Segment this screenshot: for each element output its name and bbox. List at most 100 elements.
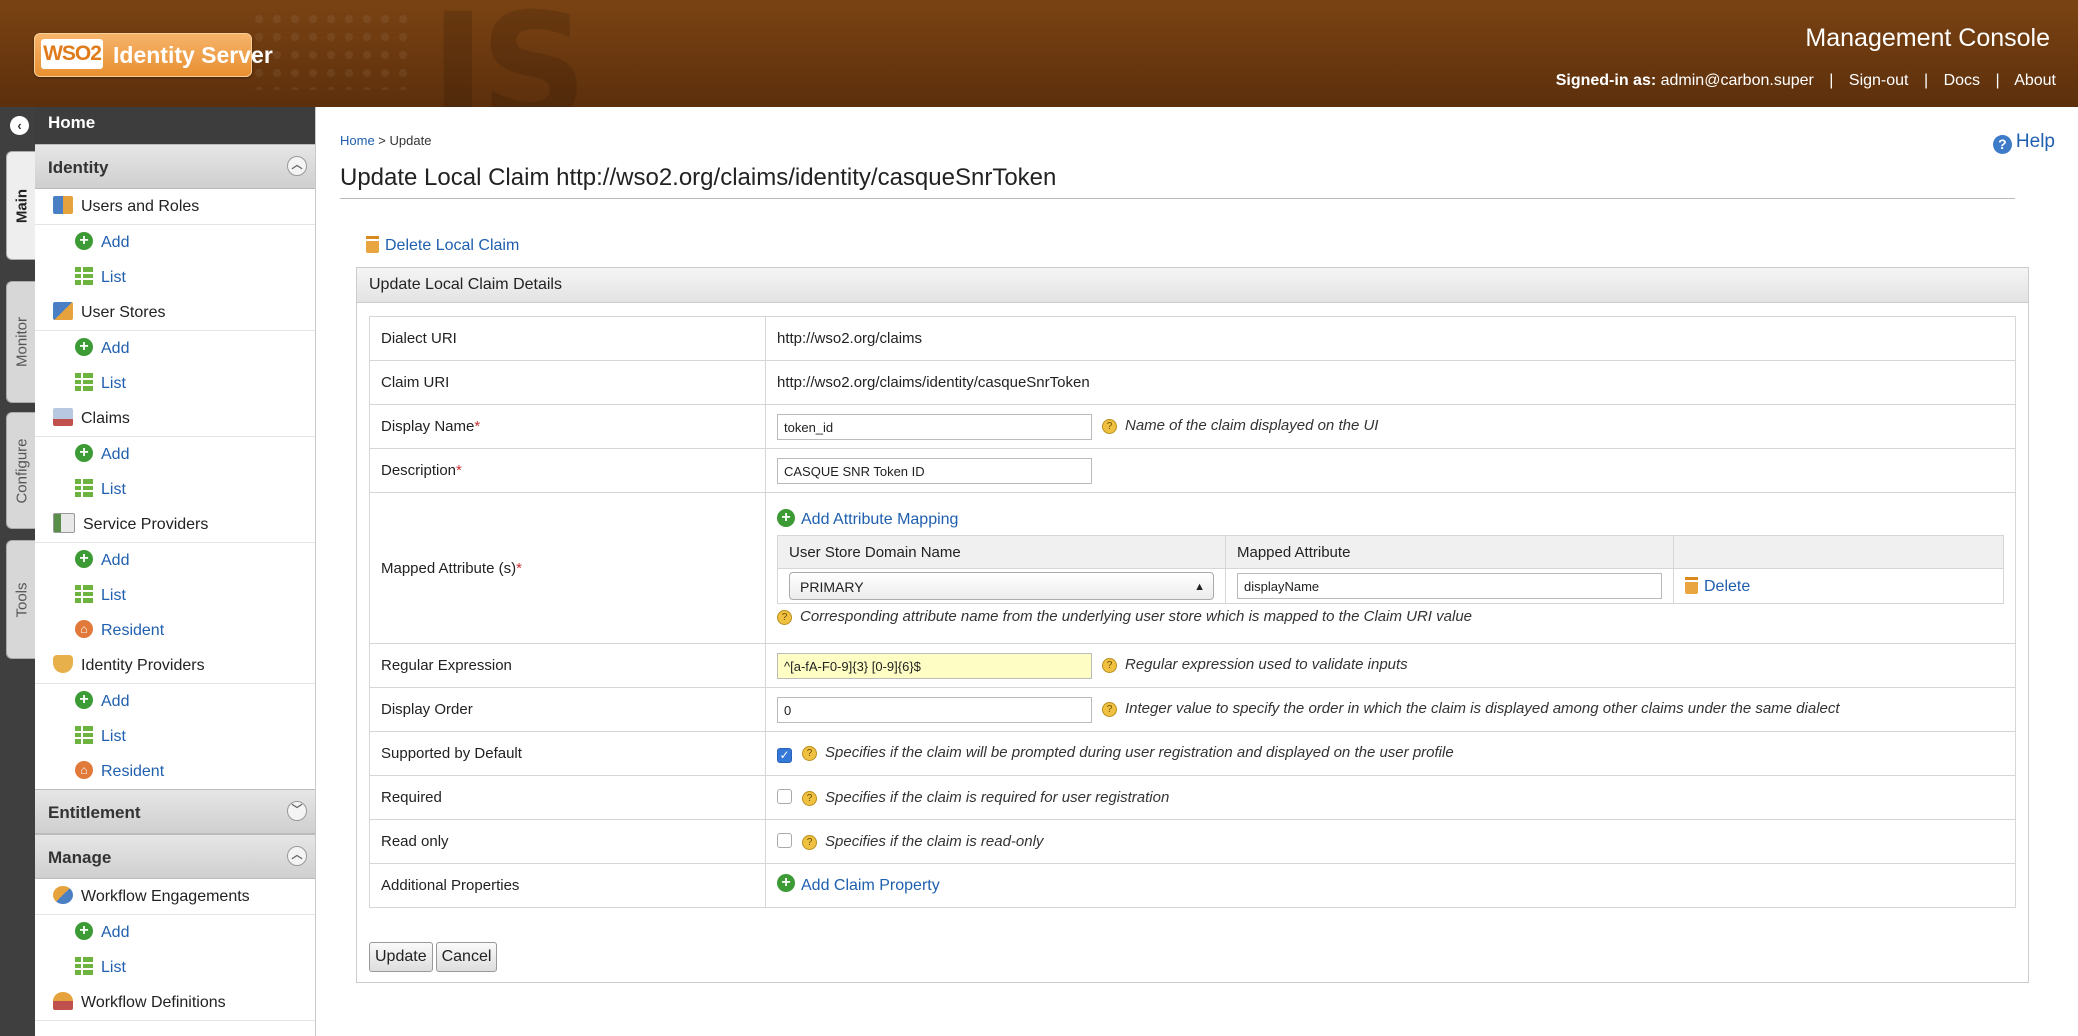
sidebar-item-sp-add[interactable]: + Add xyxy=(35,543,315,578)
supported-default-checkbox[interactable]: ✓ xyxy=(777,748,792,763)
tab-configure[interactable]: Configure xyxy=(6,412,36,529)
product-logo[interactable]: WSO2 Identity Server xyxy=(34,33,273,77)
read-only-checkbox[interactable] xyxy=(777,833,792,848)
sidebar-item-claims-list[interactable]: List xyxy=(35,472,315,507)
question-icon: ? xyxy=(802,746,817,761)
question-icon: ? xyxy=(802,791,817,806)
question-icon: ? xyxy=(1102,658,1117,674)
sidebar-item-user-stores-add[interactable]: + Add xyxy=(35,331,315,366)
mapped-attributes-hint: Corresponding attribute name from the un… xyxy=(800,608,1472,626)
claim-uri-value: http://wso2.org/claims/identity/casqueSn… xyxy=(765,360,2016,405)
display-name-label: Display Name* xyxy=(369,404,766,449)
title-divider xyxy=(340,198,2015,199)
tab-main[interactable]: Main xyxy=(6,151,36,260)
sidebar-home[interactable]: Home xyxy=(35,107,315,144)
sidebar-item-sp-list[interactable]: List xyxy=(35,578,315,613)
help-link[interactable]: ? Help xyxy=(1992,131,2055,154)
list-icon xyxy=(75,478,93,497)
add-claim-property-link[interactable]: + Add Claim Property xyxy=(777,874,940,894)
sidebar-item-workflow-add[interactable]: + Add xyxy=(35,915,315,950)
required-checkbox[interactable] xyxy=(777,789,792,804)
list-icon xyxy=(75,266,93,285)
trash-icon xyxy=(366,236,379,253)
list-icon xyxy=(75,956,93,975)
sidebar-item-user-stores: User Stores xyxy=(35,295,315,331)
sidebar-item-idp-add[interactable]: + Add xyxy=(35,684,315,719)
claim-uri-label: Claim URI xyxy=(369,360,766,405)
logo-wso2: WSO2 xyxy=(41,39,103,69)
form-row-display-order: Display Order 0? Integer value to specify… xyxy=(369,687,2016,732)
list-icon xyxy=(75,372,93,391)
question-icon: ? xyxy=(1102,702,1117,718)
regex-input[interactable]: ^[a-fA-F0-9]{3} [0-9]{6}$ xyxy=(777,652,1092,679)
form-buttons: Update Cancel xyxy=(369,942,500,972)
about-link[interactable]: About xyxy=(2014,72,2056,89)
form-row-required: Required ? Specifies if the claim is requ… xyxy=(369,775,2016,820)
display-order-hint: Integer value to specify the order in wh… xyxy=(1125,700,1840,718)
form-row-description: Description* CASQUE SNR Token ID xyxy=(369,448,2016,493)
chevron-up-icon[interactable]: ︿ xyxy=(287,156,307,176)
tab-monitor[interactable]: Monitor xyxy=(6,281,36,403)
docs-link[interactable]: Docs xyxy=(1944,72,1980,89)
header-bar: IS WSO2 Identity Server Management Conso… xyxy=(0,0,2078,107)
workflow-definitions-icon xyxy=(53,991,73,1010)
sidebar-item-idp-list[interactable]: List xyxy=(35,719,315,754)
required-hint: Specifies if the claim is required for u… xyxy=(825,789,1170,806)
description-label: Description* xyxy=(369,448,766,493)
form-row-regex: Regular Expression ^[a-fA-F0-9]{3} [0-9]… xyxy=(369,643,2016,688)
add-icon: + xyxy=(75,690,93,709)
mapped-attributes-label: Mapped Attribute (s)* xyxy=(369,492,766,644)
domain-select[interactable]: PRIMARY ▲ xyxy=(789,572,1214,601)
sidebar-item-users-add[interactable]: + Add xyxy=(35,225,315,260)
col-header-mapped-attribute: Mapped Attribute xyxy=(1225,535,1674,570)
chevron-up-icon[interactable]: ︿ xyxy=(287,846,307,866)
supported-default-hint: Specifies if the claim will be prompted … xyxy=(825,744,1454,761)
page-title: Update Local Claim http://wso2.org/claim… xyxy=(340,164,1057,191)
mapped-attribute-input[interactable]: displayName xyxy=(1237,573,1662,600)
display-name-input[interactable]: token_id xyxy=(777,413,1092,440)
sidebar-item-identity-providers: Identity Providers xyxy=(35,648,315,684)
add-attribute-mapping-link[interactable]: + Add Attribute Mapping xyxy=(777,508,2004,529)
breadcrumb-home[interactable]: Home xyxy=(340,133,375,148)
sidebar-section-entitlement[interactable]: Entitlement ﹀ xyxy=(35,789,315,834)
sidebar-item-idp-resident[interactable]: ⌂ Resident xyxy=(35,754,315,789)
identity-providers-icon xyxy=(53,654,73,673)
add-icon: + xyxy=(777,508,795,527)
question-icon: ? xyxy=(802,835,817,850)
display-name-hint: Name of the claim displayed on the UI xyxy=(1125,417,1379,435)
add-icon: + xyxy=(75,231,93,250)
read-only-hint: Specifies if the claim is read-only xyxy=(825,833,1044,850)
read-only-label: Read only xyxy=(369,819,766,864)
service-providers-icon xyxy=(53,512,75,533)
delete-mapping-link[interactable]: Delete xyxy=(1685,576,1750,595)
chevron-down-icon[interactable]: ﹀ xyxy=(287,801,307,821)
cancel-button[interactable]: Cancel xyxy=(435,942,498,972)
additional-properties-label: Additional Properties xyxy=(369,863,766,908)
sign-out-link[interactable]: Sign-out xyxy=(1849,72,1909,89)
sidebar-item-user-stores-list[interactable]: List xyxy=(35,366,315,401)
sidebar-section-manage[interactable]: Manage ︿ xyxy=(35,834,315,879)
question-icon: ? xyxy=(1102,419,1117,435)
signed-in-label: Signed-in as: xyxy=(1555,72,1657,89)
sidebar-item-sp-resident[interactable]: ⌂ Resident xyxy=(35,613,315,648)
sidebar-section-identity[interactable]: Identity ︿ xyxy=(35,144,315,189)
dialect-uri-value: http://wso2.org/claims xyxy=(765,316,2016,361)
description-input[interactable]: CASQUE SNR Token ID xyxy=(777,457,1092,484)
tab-tools[interactable]: Tools xyxy=(6,540,36,659)
form-row-dialect-uri: Dialect URI http://wso2.org/claims xyxy=(369,316,2016,361)
update-button[interactable]: Update xyxy=(369,942,433,972)
collapse-sidebar-icon[interactable]: ‹ xyxy=(10,116,29,135)
claim-details-panel: Update Local Claim Details Dialect URI h… xyxy=(356,267,2029,983)
add-icon: + xyxy=(75,921,93,940)
display-order-input[interactable]: 0 xyxy=(777,696,1092,723)
sidebar-item-workflow-list[interactable]: List xyxy=(35,950,315,985)
sidebar-item-users-list[interactable]: List xyxy=(35,260,315,295)
delete-local-claim-link[interactable]: Delete Local Claim xyxy=(366,236,519,255)
add-icon: + xyxy=(75,337,93,356)
sidebar-item-claims-add[interactable]: + Add xyxy=(35,437,315,472)
claims-icon xyxy=(53,407,73,426)
list-icon xyxy=(75,584,93,603)
header-pattern xyxy=(250,10,410,90)
sidebar-item-workflow-engagements: Workflow Engagements xyxy=(35,879,315,915)
sidebar-item-claims: Claims xyxy=(35,401,315,437)
